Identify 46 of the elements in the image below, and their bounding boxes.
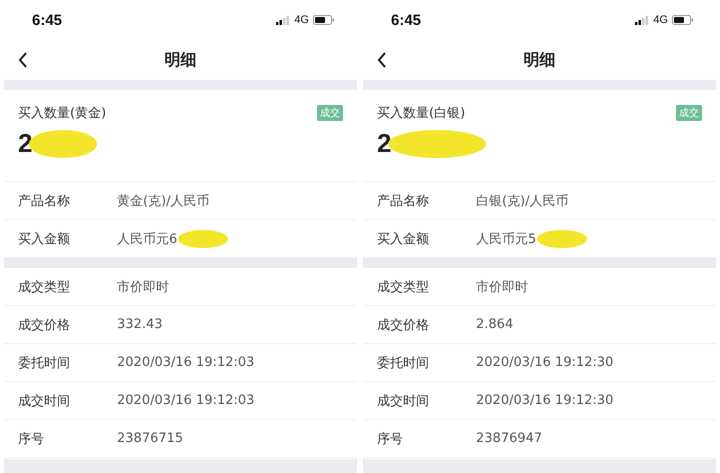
network-label: 4G xyxy=(294,14,309,26)
field-label: 买入金额 xyxy=(18,230,71,248)
field-label: 成交价格 xyxy=(377,316,430,334)
field-label: 成交价格 xyxy=(18,316,71,334)
field-value: 23876947 xyxy=(476,431,542,446)
field-label: 成交时间 xyxy=(18,392,71,410)
battery-icon xyxy=(672,15,694,25)
field-value: 市价即时 xyxy=(476,278,528,296)
field-value: 黄金(克)/人民币 xyxy=(117,192,210,210)
back-icon[interactable] xyxy=(18,52,28,68)
field-label: 委托时间 xyxy=(377,354,430,372)
status-time: 6:45 xyxy=(32,12,62,28)
field-label: 序号 xyxy=(18,430,45,448)
status-badge: 成交 xyxy=(676,105,702,121)
status-time: 6:45 xyxy=(391,12,422,28)
page-title: 明细 xyxy=(524,50,556,70)
signal-icon xyxy=(276,16,290,24)
status-badge: 成交 xyxy=(317,105,343,121)
field-label: 成交时间 xyxy=(377,392,430,410)
field-label: 序号 xyxy=(377,430,404,448)
field-value: 白银(克)/人民币 xyxy=(476,192,569,210)
quantity-label: 买入数量(白银) xyxy=(377,105,466,122)
field-value: 2020/03/16 19:12:03 xyxy=(117,355,254,370)
field-value: 2020/03/16 19:12:03 xyxy=(117,393,254,408)
quantity-value: 2 xyxy=(377,128,392,159)
field-label: 成交类型 xyxy=(18,278,71,296)
signal-icon xyxy=(635,16,650,24)
back-icon[interactable] xyxy=(377,52,387,68)
network-label: 4G xyxy=(653,14,668,26)
field-value: 2020/03/16 19:12:30 xyxy=(476,393,614,408)
field-value: 23876715 xyxy=(117,431,184,446)
field-label: 买入金额 xyxy=(377,230,430,248)
field-value: 市价即时 xyxy=(117,278,169,296)
quantity-label: 买入数量(黄金) xyxy=(18,105,106,122)
field-value: 人民币元6 xyxy=(117,230,178,248)
field-value: 2020/03/16 19:12:30 xyxy=(476,355,614,370)
field-label: 委托时间 xyxy=(18,354,71,372)
page-title: 明细 xyxy=(164,50,196,70)
field-value: 人民币元5 xyxy=(476,230,536,248)
field-value: 332.43 xyxy=(117,317,162,332)
field-label: 产品名称 xyxy=(377,192,430,210)
field-label: 产品名称 xyxy=(18,192,71,210)
field-label: 成交类型 xyxy=(377,278,430,296)
battery-icon xyxy=(313,15,335,25)
field-value: 2.864 xyxy=(476,317,514,332)
quantity-value: 2 xyxy=(18,128,32,159)
